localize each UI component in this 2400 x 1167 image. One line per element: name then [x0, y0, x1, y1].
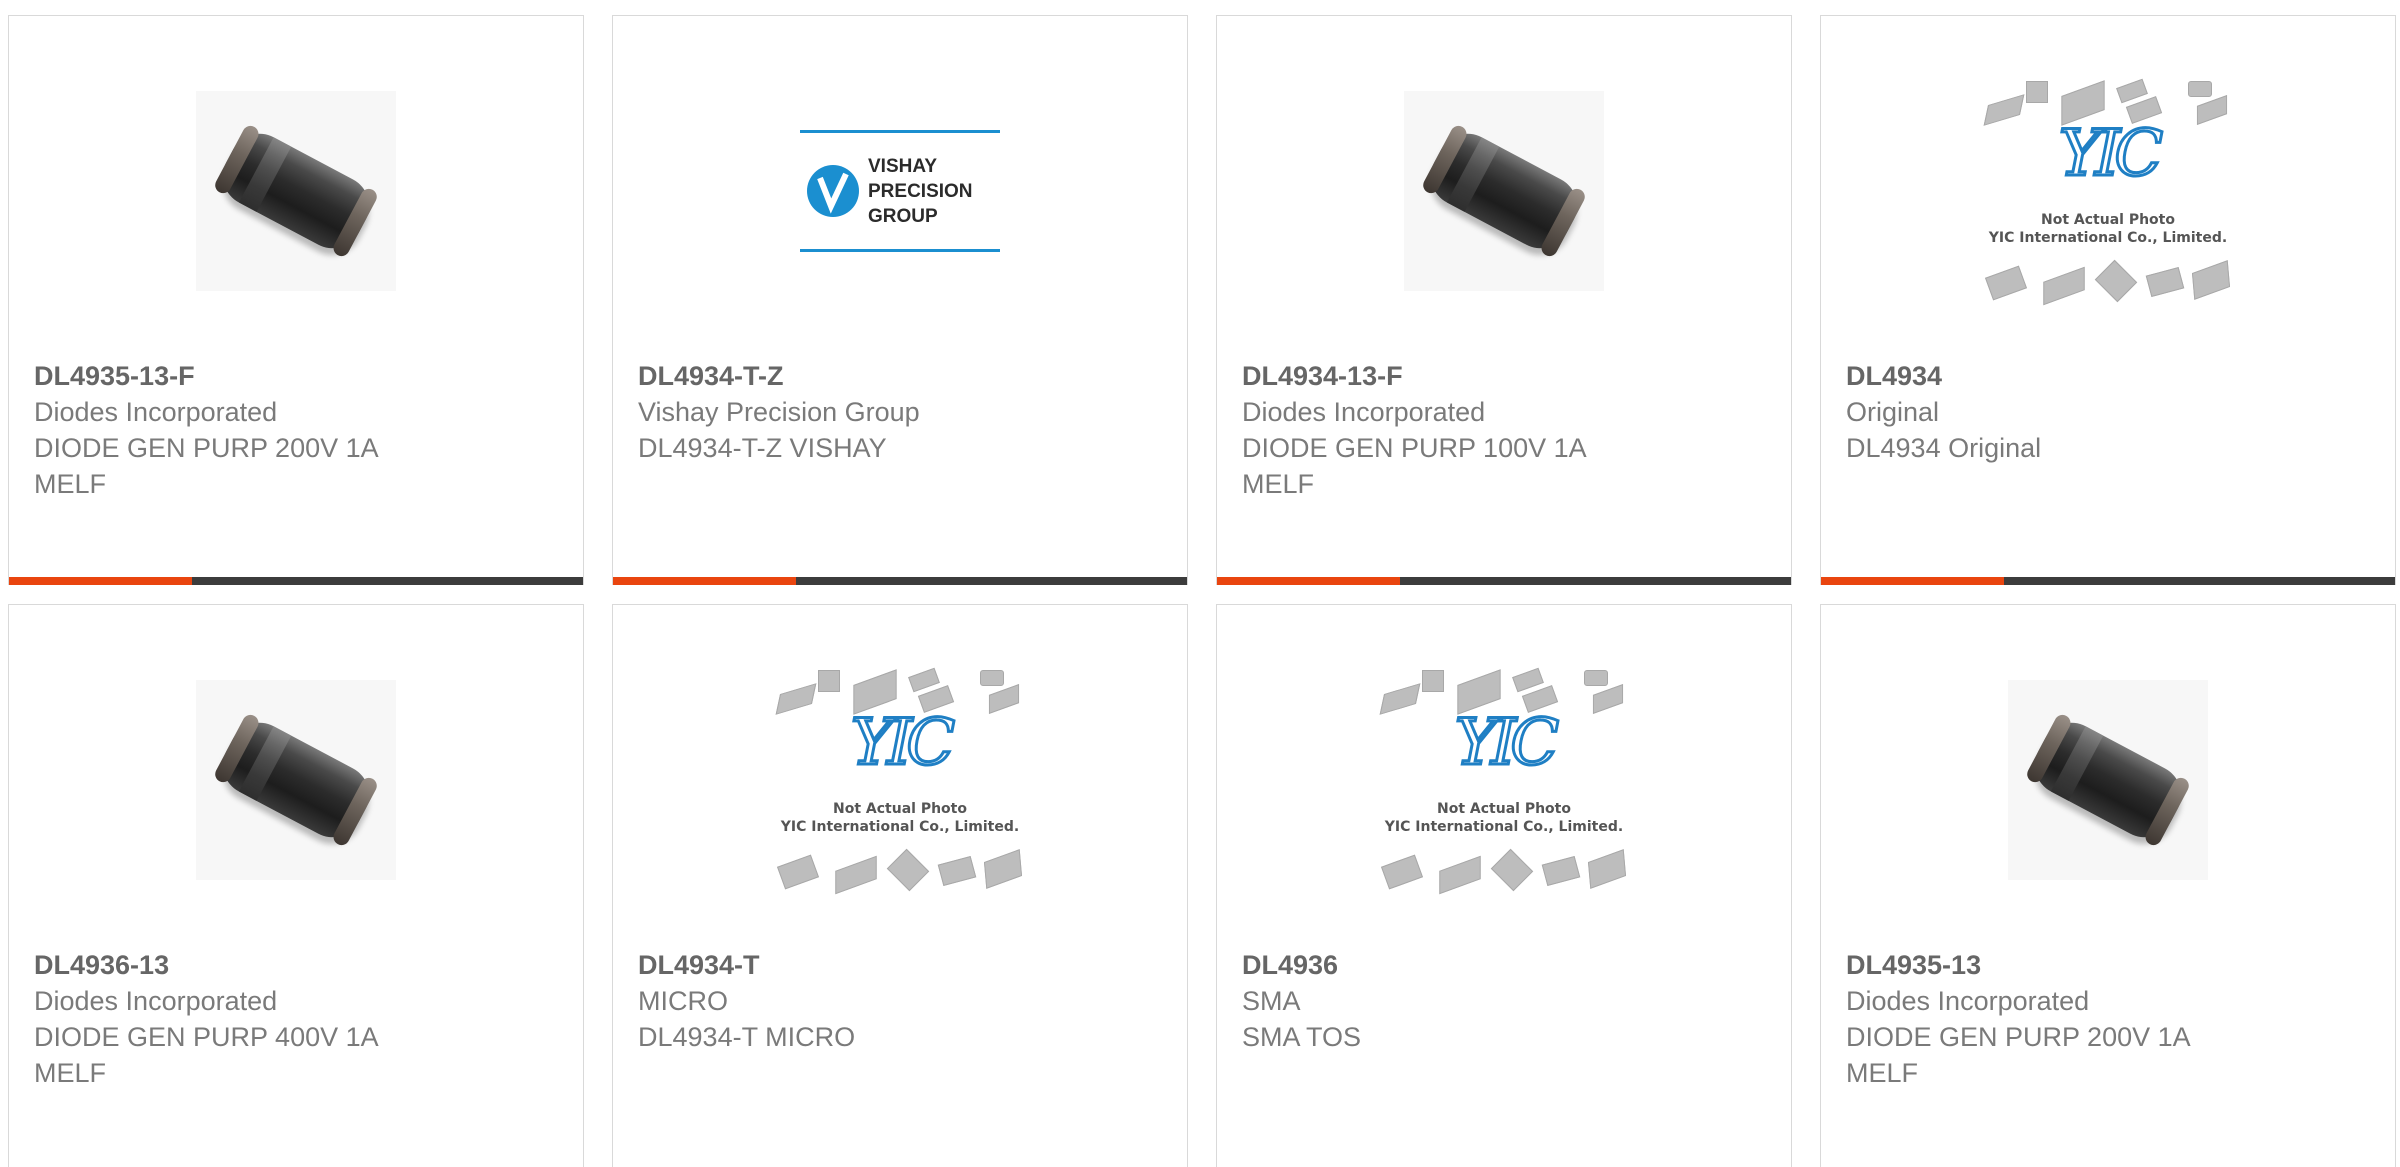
part-number[interactable]: DL4934: [1846, 358, 2375, 394]
vishay-line-1: VISHAY: [868, 155, 937, 177]
yic-placeholder: YIC Not Actual Photo YIC International C…: [1364, 660, 1644, 900]
product-image: YIC Not Actual Photo YIC International C…: [1217, 660, 1791, 900]
vishay-line-3: GROUP: [868, 205, 938, 227]
product-image: [1821, 660, 2395, 900]
description: DL4934-T-Z VISHAY: [638, 433, 887, 463]
product-card[interactable]: YIC Not Actual Photo YIC International C…: [1820, 15, 2396, 585]
product-image: [9, 660, 583, 900]
yic-logo: YIC: [2057, 117, 2165, 191]
product-card[interactable]: VISHAY PRECISION GROUP DL4934-T-Z Vishay…: [612, 15, 1188, 585]
product-card[interactable]: YIC Not Actual Photo YIC International C…: [612, 604, 1188, 1167]
product-grid: DL4935-13-F Diodes Incorporated DIODE GE…: [0, 0, 2400, 1167]
part-number[interactable]: DL4934-13-F: [1242, 358, 1771, 394]
product-card[interactable]: DL4934-13-F Diodes Incorporated DIODE GE…: [1216, 15, 1792, 585]
description: DIODE GEN PURP 400V 1A: [34, 1022, 379, 1052]
package: MELF: [34, 1058, 107, 1088]
manufacturer: SMA: [1242, 986, 1301, 1016]
manufacturer: Diodes Incorporated: [1846, 986, 2090, 1016]
product-image: [9, 71, 583, 311]
part-number[interactable]: DL4934-T-Z: [638, 358, 1167, 394]
part-number[interactable]: DL4934-T: [638, 947, 1167, 983]
card-accent-bar: [613, 577, 1187, 585]
diode-photo: [196, 680, 396, 880]
yic-note: Not Actual Photo YIC International Co., …: [1988, 212, 2228, 246]
description: DIODE GEN PURP 100V 1A: [1242, 433, 1587, 463]
manufacturer: MICRO: [638, 986, 728, 1016]
vishay-logo: VISHAY PRECISION GROUP: [800, 130, 1000, 252]
diode-photo: [196, 91, 396, 291]
manufacturer: Original: [1846, 397, 1940, 427]
yic-note: Not Actual Photo YIC International Co., …: [780, 801, 1020, 835]
part-number[interactable]: DL4935-13: [1846, 947, 2375, 983]
package: MELF: [1242, 469, 1315, 499]
product-image: YIC Not Actual Photo YIC International C…: [613, 660, 1187, 900]
part-number[interactable]: DL4935-13-F: [34, 358, 563, 394]
description: DIODE GEN PURP 200V 1A: [1846, 1022, 2191, 1052]
manufacturer: Diodes Incorporated: [34, 397, 278, 427]
product-card[interactable]: YIC Not Actual Photo YIC International C…: [1216, 604, 1792, 1167]
yic-note: Not Actual Photo YIC International Co., …: [1384, 801, 1624, 835]
yic-placeholder: YIC Not Actual Photo YIC International C…: [760, 660, 1040, 900]
description: DL4934-T MICRO: [638, 1022, 856, 1052]
card-accent-bar: [9, 577, 583, 585]
diode-photo: [1404, 91, 1604, 291]
description: DL4934 Original: [1846, 433, 2042, 463]
package: MELF: [34, 469, 107, 499]
yic-placeholder: YIC Not Actual Photo YIC International C…: [1968, 71, 2248, 311]
product-image: YIC Not Actual Photo YIC International C…: [1821, 71, 2395, 311]
yic-logo: YIC: [849, 706, 957, 780]
product-card[interactable]: DL4935-13 Diodes Incorporated DIODE GEN …: [1820, 604, 2396, 1167]
vishay-line-2: PRECISION: [868, 180, 973, 202]
card-accent-bar: [1217, 577, 1791, 585]
description: SMA TOS: [1242, 1022, 1362, 1052]
manufacturer: Vishay Precision Group: [638, 397, 920, 427]
product-card[interactable]: DL4936-13 Diodes Incorporated DIODE GEN …: [8, 604, 584, 1167]
part-number[interactable]: DL4936: [1242, 947, 1771, 983]
description: DIODE GEN PURP 200V 1A: [34, 433, 379, 463]
card-accent-bar: [1821, 577, 2395, 585]
product-card[interactable]: DL4935-13-F Diodes Incorporated DIODE GE…: [8, 15, 584, 585]
part-number[interactable]: DL4936-13: [34, 947, 563, 983]
manufacturer: Diodes Incorporated: [34, 986, 278, 1016]
diode-photo: [2008, 680, 2208, 880]
yic-logo: YIC: [1453, 706, 1561, 780]
product-image: [1217, 71, 1791, 311]
product-image: VISHAY PRECISION GROUP: [613, 71, 1187, 311]
manufacturer: Diodes Incorporated: [1242, 397, 1486, 427]
package: MELF: [1846, 1058, 1919, 1088]
vishay-v-icon: [807, 165, 859, 217]
